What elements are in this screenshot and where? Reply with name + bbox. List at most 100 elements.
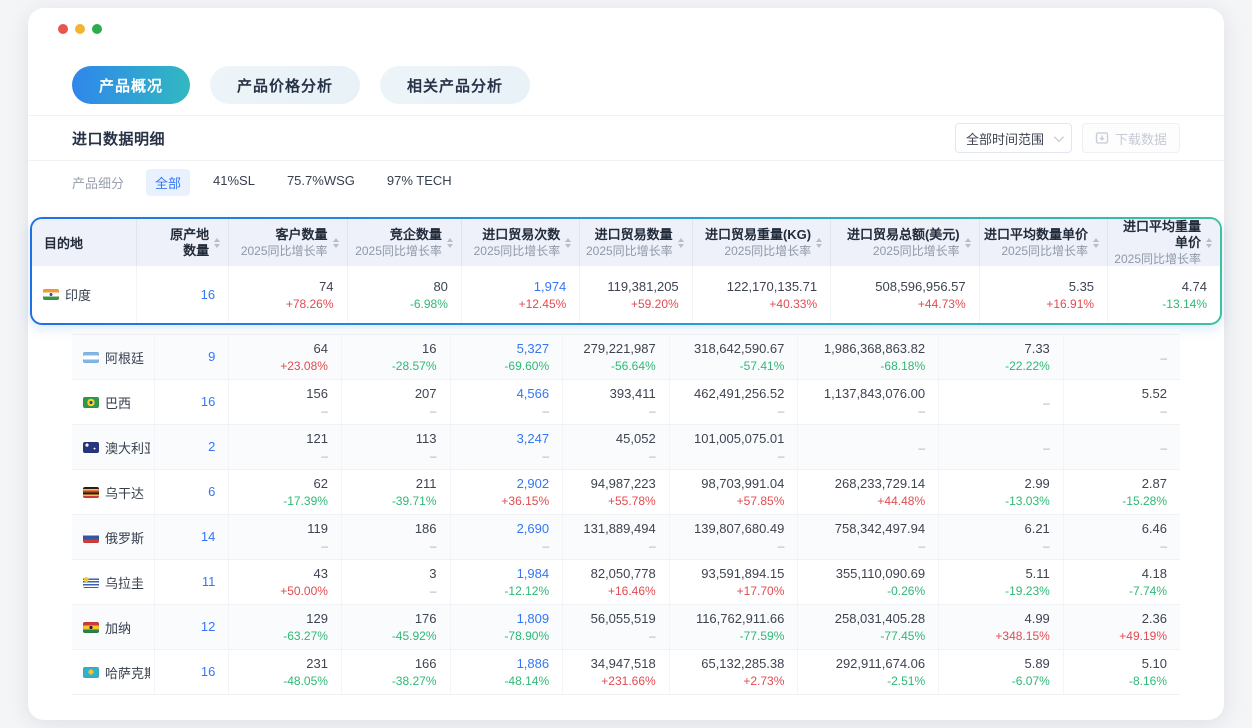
- column-header-competitor-count[interactable]: 竞企数量2025同比增长率: [347, 219, 461, 266]
- cell-value[interactable]: 2,902: [455, 475, 550, 492]
- table-row-australia[interactable]: 澳大利亚2121–113–3,247–45,052–101,005,075.01…: [72, 425, 1180, 470]
- column-header-trade-times[interactable]: 进口贸易次数2025同比增长率: [461, 219, 579, 266]
- growth-rate: –: [346, 403, 437, 419]
- table-row-ghana[interactable]: 加纳12129-63.27%176-45.92%1,809-78.90%56,0…: [72, 605, 1180, 650]
- time-range-select[interactable]: 全部时间范围: [955, 123, 1072, 153]
- cell-avg-quantity-price: 4.99+348.15%: [939, 605, 1064, 650]
- cell-value[interactable]: 4,566: [455, 385, 550, 402]
- table-row-argentina[interactable]: 阿根廷964+23.08%16-28.57%5,327-69.60%279,22…: [72, 335, 1180, 380]
- cell-value: 5.89: [943, 655, 1050, 672]
- maximize-window-icon[interactable]: [92, 24, 102, 34]
- country-name: 乌拉圭: [105, 573, 144, 592]
- sort-icon[interactable]: [333, 238, 339, 248]
- growth-rate: +44.48%: [802, 493, 925, 509]
- sort-icon[interactable]: [816, 238, 822, 248]
- filter-option-41sl[interactable]: 41%SL: [204, 169, 264, 196]
- sort-icon[interactable]: [1206, 238, 1212, 248]
- cell-value: 5.11: [943, 565, 1050, 582]
- cell-trade-times: 4,566–: [450, 380, 563, 425]
- origin-count-link[interactable]: 14: [201, 529, 215, 544]
- growth-rate: -69.60%: [455, 358, 550, 374]
- origin-count-link[interactable]: 9: [208, 349, 215, 364]
- cell-avg-quantity-price: 5.89-6.07%: [939, 650, 1064, 695]
- cell-origin-count: 6: [154, 470, 228, 515]
- chevron-down-icon: [1054, 132, 1064, 142]
- cell-value[interactable]: 3,247: [455, 430, 550, 447]
- tab-price-analysis[interactable]: 产品价格分析: [210, 66, 360, 104]
- cell-competitor-count: 211-39.71%: [341, 470, 450, 515]
- column-header-avg-weight-price[interactable]: 进口平均重量单价2025同比增长率: [1108, 219, 1220, 266]
- column-header-trade-amount[interactable]: 进口贸易总额(美元)2025同比增长率: [831, 219, 980, 266]
- origin-count-link[interactable]: 16: [201, 664, 215, 679]
- cell-value: 16: [346, 340, 437, 357]
- download-button[interactable]: 下载数据: [1082, 123, 1180, 153]
- filter-option-all[interactable]: 全部: [146, 169, 190, 196]
- cell-trade-amount: 508,596,956.57+44.73%: [831, 266, 980, 323]
- column-header-trade-weight[interactable]: 进口贸易重量(KG)2025同比增长率: [692, 219, 830, 266]
- table-row-kazakhstan[interactable]: 哈萨克斯坦16231-48.05%166-38.27%1,886-48.14%3…: [72, 650, 1180, 695]
- cell-trade-quantity: 82,050,778+16.46%: [563, 560, 670, 605]
- cell-value[interactable]: 2,690: [455, 520, 550, 537]
- table-row-india[interactable]: 印度1674+78.26%80-6.98%1,974+12.45%119,381…: [32, 266, 1220, 323]
- growth-rate: +348.15%: [943, 628, 1050, 644]
- cell-customer-count: 231-48.05%: [229, 650, 342, 695]
- minimize-window-icon[interactable]: [75, 24, 85, 34]
- sort-icon[interactable]: [1093, 238, 1099, 248]
- cell-value: 4.74: [1112, 278, 1207, 295]
- import-data-table-header-and-highlight: 目的地原产地数量客户数量2025同比增长率竞企数量2025同比增长率进口贸易次数…: [32, 219, 1220, 323]
- sort-icon[interactable]: [565, 238, 571, 248]
- origin-count-link[interactable]: 11: [202, 574, 216, 589]
- column-header-customer-count[interactable]: 客户数量2025同比增长率: [229, 219, 347, 266]
- growth-rate: +59.20%: [584, 296, 678, 312]
- origin-count-link[interactable]: 2: [208, 439, 215, 454]
- origin-count-link[interactable]: 12: [201, 619, 215, 634]
- cell-value: 139,807,680.49: [674, 520, 785, 537]
- cell-trade-amount: 758,342,497.94–: [798, 515, 939, 560]
- filter-option-97tech[interactable]: 97% TECH: [378, 169, 461, 196]
- column-header-avg-quantity-price[interactable]: 进口平均数量单价2025同比增长率: [979, 219, 1107, 266]
- table-row-brazil[interactable]: 巴西16156–207–4,566–393,411–462,491,256.52…: [72, 380, 1180, 425]
- growth-rate: –: [943, 440, 1050, 456]
- cell-origin-count: 16: [136, 266, 228, 323]
- column-header-trade-quantity[interactable]: 进口贸易数量2025同比增长率: [580, 219, 692, 266]
- sort-icon[interactable]: [214, 238, 220, 248]
- cell-value: 355,110,090.69: [802, 565, 925, 582]
- origin-count-link[interactable]: 16: [201, 394, 215, 409]
- growth-rate: –: [674, 403, 785, 419]
- tab-related-products[interactable]: 相关产品分析: [380, 66, 530, 104]
- cell-competitor-count: 3–: [341, 560, 450, 605]
- sort-icon[interactable]: [447, 238, 453, 248]
- cell-avg-weight-price: 5.52–: [1063, 380, 1180, 425]
- cell-trade-weight: 65,132,285.38+2.73%: [669, 650, 798, 695]
- cell-value: 5.35: [984, 278, 1094, 295]
- cell-value: 119: [233, 520, 328, 537]
- cell-trade-weight: 462,491,256.52–: [669, 380, 798, 425]
- close-window-icon[interactable]: [58, 24, 68, 34]
- cell-value: 4.18: [1068, 565, 1167, 582]
- filter-option-757wsg[interactable]: 75.7%WSG: [278, 169, 364, 196]
- country-name: 俄罗斯: [105, 528, 144, 547]
- sort-icon[interactable]: [678, 238, 684, 248]
- origin-count-link[interactable]: 16: [201, 287, 215, 302]
- table-row-uganda[interactable]: 乌干达662-17.39%211-39.71%2,902+36.15%94,98…: [72, 470, 1180, 515]
- cell-value: 6.46: [1068, 520, 1167, 537]
- growth-rate: -28.57%: [346, 358, 437, 374]
- origin-count-link[interactable]: 6: [208, 484, 215, 499]
- cell-value[interactable]: 1,984: [455, 565, 550, 582]
- cell-trade-weight: 98,703,991.04+57.85%: [669, 470, 798, 515]
- growth-rate: +57.85%: [674, 493, 785, 509]
- growth-rate: –: [455, 538, 550, 554]
- sort-icon[interactable]: [965, 238, 971, 248]
- cell-value[interactable]: 1,809: [455, 610, 550, 627]
- column-header-origin-count[interactable]: 原产地数量: [136, 219, 228, 266]
- cell-value[interactable]: 1,974: [466, 278, 566, 295]
- growth-rate: -6.07%: [943, 673, 1050, 689]
- cell-value[interactable]: 5,327: [455, 340, 550, 357]
- import-data-table-rows: 阿根廷964+23.08%16-28.57%5,327-69.60%279,22…: [72, 335, 1180, 695]
- table-row-russia[interactable]: 俄罗斯14119–186–2,690–131,889,494–139,807,6…: [72, 515, 1180, 560]
- cell-value: 2.87: [1068, 475, 1167, 492]
- table-row-uruguay[interactable]: 乌拉圭1143+50.00%3–1,984-12.12%82,050,778+1…: [72, 560, 1180, 605]
- tab-product-overview[interactable]: 产品概况: [72, 66, 190, 104]
- growth-rate: –: [455, 403, 550, 419]
- cell-value[interactable]: 1,886: [455, 655, 550, 672]
